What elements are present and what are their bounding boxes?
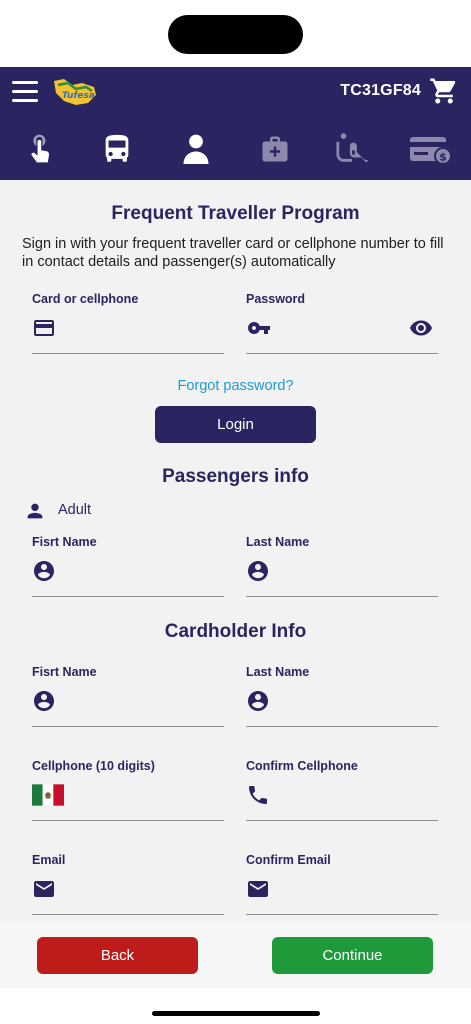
card-or-cellphone-field[interactable]: Card or cellphone <box>32 292 224 354</box>
step-passenger[interactable] <box>172 127 220 171</box>
touch-select-icon <box>31 134 50 163</box>
account-circle-icon <box>32 559 58 583</box>
password-field[interactable]: Password <box>246 292 438 354</box>
confirm-cellphone-field[interactable]: Confirm Cellphone <box>246 759 438 821</box>
person-icon <box>183 134 209 164</box>
seat-icon <box>336 133 369 163</box>
cellphone-field[interactable]: Cellphone (10 digits) <box>32 759 224 821</box>
bus-icon <box>105 134 129 162</box>
cardholder-first-name-input[interactable] <box>66 689 196 713</box>
step-extras[interactable] <box>251 127 299 171</box>
password-label: Password <box>246 292 306 306</box>
passenger-last-name-label: Last Name <box>246 535 310 549</box>
show-password-eye-icon[interactable] <box>408 316 434 340</box>
email-input[interactable] <box>66 877 196 901</box>
footer-bar: Back Continue <box>0 922 471 988</box>
brand-logo-text: Tufesa <box>62 91 95 101</box>
passenger-first-name-field[interactable]: Fisrt Name <box>32 535 224 597</box>
credit-card-icon <box>32 316 58 340</box>
step-seat[interactable] <box>328 127 376 171</box>
continue-button[interactable]: Continue <box>272 937 433 974</box>
account-circle-icon <box>246 689 272 713</box>
email-label: Email <box>32 853 66 867</box>
passenger-type-label: Adult <box>58 502 92 518</box>
confirm-email-field[interactable]: Confirm Email <box>246 853 438 915</box>
cardholder-last-name-input[interactable] <box>280 689 410 713</box>
passengers-info-title: Passengers info <box>162 466 309 487</box>
account-circle-icon <box>246 559 272 583</box>
mexico-flag-icon[interactable] <box>32 783 64 807</box>
email-field[interactable]: Email <box>32 853 224 915</box>
home-indicator-area <box>0 988 471 1024</box>
booking-steps: $ <box>0 127 471 175</box>
confirm-cellphone-input[interactable] <box>280 783 410 807</box>
cellphone-input[interactable] <box>74 783 214 807</box>
first-aid-kit-icon <box>262 136 288 162</box>
card-or-cellphone-input[interactable] <box>66 316 196 340</box>
envelope-icon <box>246 877 272 901</box>
frequent-traveller-title: Frequent Traveller Program <box>111 203 360 224</box>
cellphone-label: Cellphone (10 digits) <box>32 759 155 773</box>
status-bar <box>0 0 471 67</box>
back-button[interactable]: Back <box>37 937 198 974</box>
step-trip[interactable] <box>93 127 141 171</box>
cardholder-info-title: Cardholder Info <box>164 621 307 642</box>
step-payment[interactable]: $ <box>406 127 454 171</box>
app-header: Tufesa TC31GF84 $ <box>0 67 471 180</box>
home-indicator[interactable] <box>152 1011 320 1016</box>
payment-card-icon: $ <box>410 137 452 165</box>
phone-icon <box>246 783 272 807</box>
login-button[interactable]: Login <box>155 406 316 443</box>
confirm-cellphone-label: Confirm Cellphone <box>246 759 358 773</box>
passenger-adult-row: Adult <box>24 500 91 524</box>
camera-notch <box>168 15 303 54</box>
step-select[interactable] <box>16 127 64 171</box>
key-icon <box>246 316 272 340</box>
confirm-email-label: Confirm Email <box>246 853 331 867</box>
hamburger-menu-icon[interactable] <box>12 81 38 103</box>
person-icon <box>27 503 43 519</box>
passenger-first-name-label: Fisrt Name <box>32 535 97 549</box>
shopping-cart-icon[interactable] <box>429 76 459 106</box>
cardholder-last-name-label: Last Name <box>246 665 310 679</box>
forgot-password-link[interactable]: Forgot password? <box>0 378 471 394</box>
passenger-last-name-field[interactable]: Last Name <box>246 535 438 597</box>
card-or-cellphone-label: Card or cellphone <box>32 292 139 306</box>
password-input[interactable] <box>280 316 410 340</box>
passenger-first-name-input[interactable] <box>66 559 196 583</box>
cardholder-last-name-field[interactable]: Last Name <box>246 665 438 727</box>
frequent-traveller-intro: Sign in with your frequent traveller car… <box>22 236 444 270</box>
brand-logo[interactable]: Tufesa <box>50 75 100 109</box>
envelope-icon <box>32 877 58 901</box>
passenger-last-name-input[interactable] <box>280 559 410 583</box>
cardholder-first-name-label: Fisrt Name <box>32 665 97 679</box>
account-circle-icon <box>32 689 58 713</box>
svg-text:$: $ <box>439 151 447 164</box>
confirm-email-input[interactable] <box>280 877 410 901</box>
cardholder-first-name-field[interactable]: Fisrt Name <box>32 665 224 727</box>
booking-code: TC31GF84 <box>340 82 421 99</box>
